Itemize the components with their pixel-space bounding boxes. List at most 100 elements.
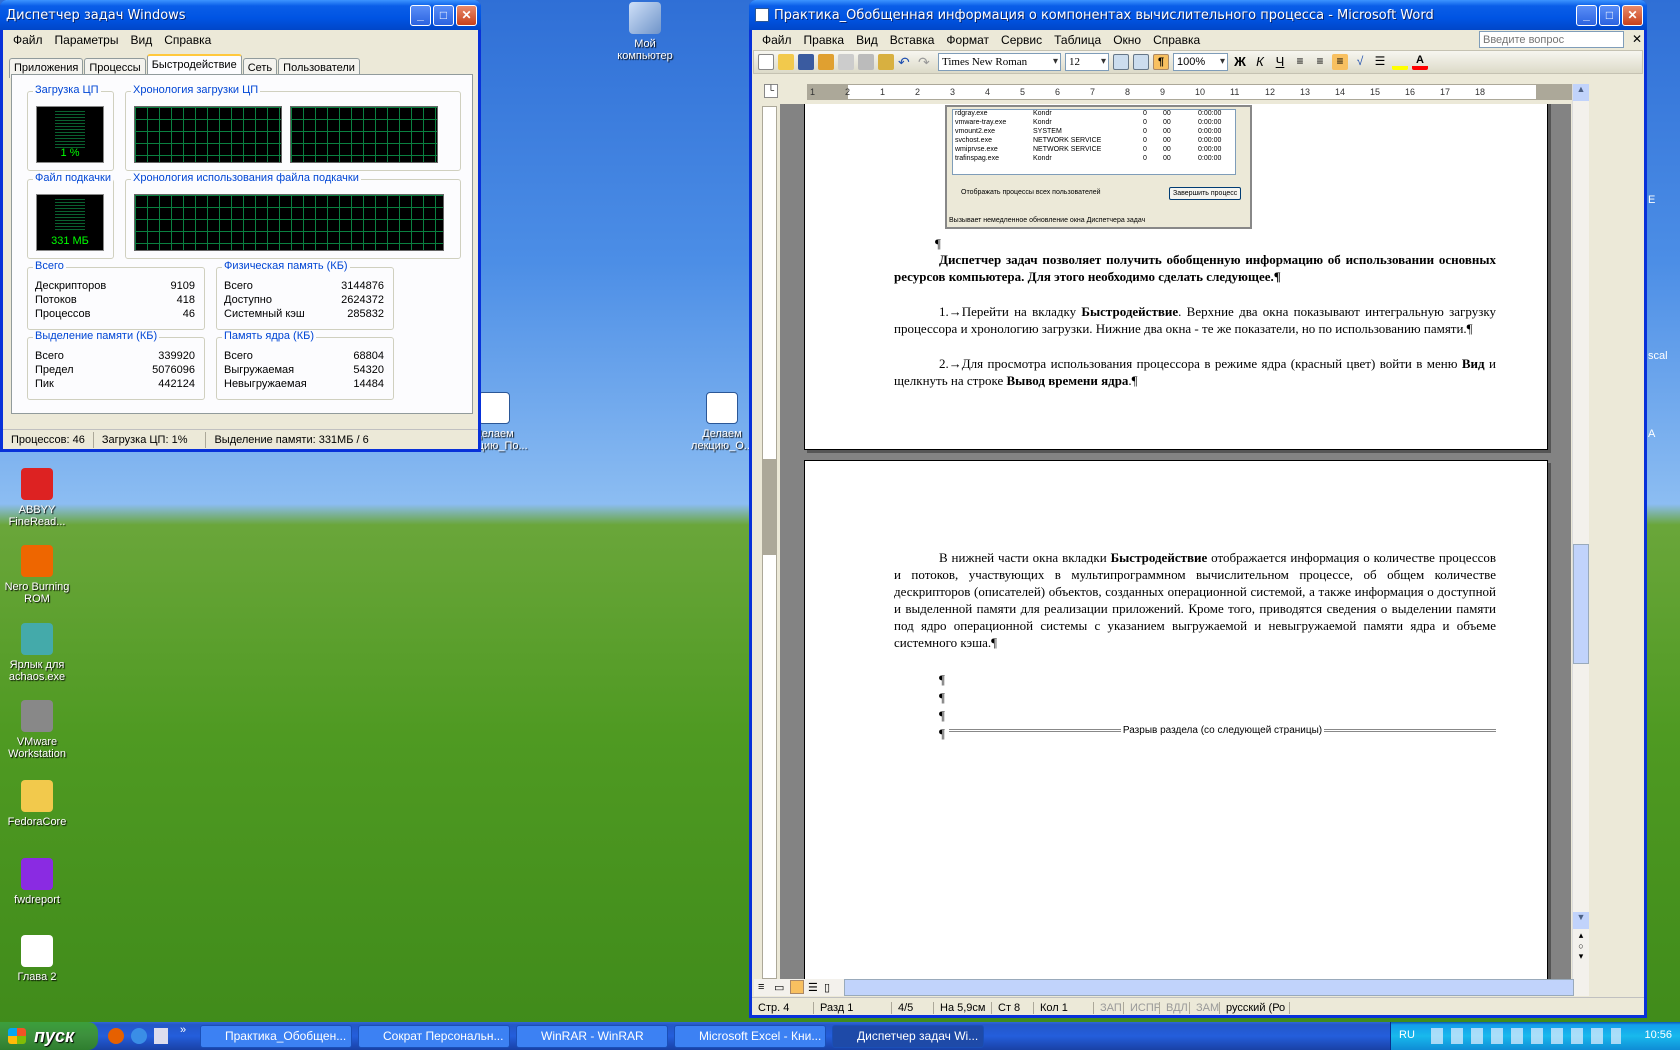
horizontal-ruler[interactable]: 1 2 1 2 3 4 5 6 7 8 9 10 11 12 13 14 15 16 17 18 [807,84,1577,100]
stat-value: 339920 [158,350,195,362]
line-spacing-icon[interactable]: √ [1352,54,1368,70]
start-button[interactable]: пуск [0,1022,98,1050]
desktop-icon[interactable]: VMware Workstation [0,700,76,760]
italic-icon[interactable]: К [1252,54,1268,70]
vmware-icon [21,700,53,732]
table-icon[interactable] [1113,54,1129,70]
horizontal-scrollbar[interactable] [844,979,1574,996]
outline-view-icon[interactable]: ☰ [808,981,818,994]
normal-view-icon[interactable]: ≡ [758,981,764,993]
desktop-icon-my-computer[interactable]: Мой компьютер [606,2,684,62]
menu-tools[interactable]: Сервис [995,33,1048,47]
stat-value: 14484 [353,378,384,390]
language-indicator[interactable]: RU [1399,1029,1415,1041]
firefox-icon[interactable] [108,1028,124,1044]
menu-help[interactable]: Справка [1147,33,1206,47]
format-painter-icon[interactable] [878,54,894,70]
taskbar-button-word[interactable]: Практика_Обобщен... [200,1025,352,1048]
menu-file[interactable]: Файл [7,33,49,47]
menu-edit[interactable]: Правка [798,33,851,47]
vertical-ruler[interactable] [762,106,777,979]
taskbar-button-excel[interactable]: Microsoft Excel - Кни... [674,1025,826,1048]
font-size-select[interactable]: 12 [1065,53,1109,71]
menu-help[interactable]: Справка [158,33,217,47]
menu-table[interactable]: Таблица [1048,33,1107,47]
stat-row: Всего 339920 [35,350,195,362]
align-left-icon[interactable]: ≡ [1292,54,1308,70]
highlight-icon[interactable] [1392,54,1408,70]
word-status-field: На 5,9см [934,1001,992,1014]
numbering-icon[interactable]: ☰ [1372,54,1388,70]
task-manager-titlebar[interactable]: Диспетчер задач Windows _ □ ✕ [0,0,481,30]
columns-icon[interactable] [1133,54,1149,70]
browse-object-icon[interactable]: ▴ ○ ▾ [1573,930,1589,978]
menu-view[interactable]: Вид [124,33,158,47]
embedded-checkbox-label: Отображать процессы всех пользователей [961,189,1101,196]
underline-icon[interactable]: Ч [1272,54,1288,70]
justify-icon[interactable]: ≡ [1332,54,1348,70]
word-status-field: Ст 8 [992,1001,1034,1014]
ruler-tab-selector[interactable]: └ [764,84,778,98]
vertical-scrollbar[interactable]: ▲ ▼ ▴ ○ ▾ [1572,84,1589,979]
quicklaunch-more-icon[interactable]: » [180,1024,186,1036]
taskbar-button-winrar[interactable]: WinRAR - WinRAR [516,1025,668,1048]
menu-window[interactable]: Окно [1107,33,1147,47]
maximize-button[interactable]: □ [1599,4,1620,26]
desktop-icon[interactable]: Глава 2 [0,935,76,983]
desktop-icon[interactable]: Ярлык для achaos.exe [0,623,76,683]
notepad-icon[interactable] [154,1028,168,1044]
scroll-up-button[interactable]: ▲ [1573,84,1589,101]
redo-icon[interactable]: ↷ [918,54,934,70]
zoom-select[interactable]: 100% [1173,53,1228,71]
permission-icon[interactable] [818,54,834,70]
help-search-input[interactable] [1479,31,1624,48]
font-name-select[interactable]: Times New Roman [938,53,1061,71]
menu-view[interactable]: Вид [850,33,884,47]
font-color-icon[interactable]: A [1412,54,1428,70]
ie-icon[interactable] [131,1028,147,1044]
word-titlebar[interactable]: Практика_Обобщенная информация о компоне… [749,0,1647,30]
close-button[interactable]: ✕ [456,4,477,26]
stat-value: 285832 [347,308,384,320]
achaos-icon [21,623,53,655]
desktop-icon[interactable]: ABBYY FineRead... [0,468,76,528]
web-view-icon[interactable]: ▭ [774,981,784,994]
system-tray: RU 10:56 [1390,1022,1680,1050]
close-document-icon[interactable]: ✕ [1632,32,1642,46]
cpu-history-group: Хронология загрузки ЦП [125,84,461,171]
cut-icon[interactable] [858,54,874,70]
desktop-icon[interactable]: fwdreport [0,858,76,906]
ruler-number: 13 [1300,87,1311,97]
word-app-icon [755,8,769,22]
open-icon[interactable] [778,54,794,70]
cpu-usage-group: Загрузка ЦП 1 % [27,84,114,171]
desktop-icon-label: VMware Workstation [8,736,66,760]
save-icon[interactable] [798,54,814,70]
reading-view-icon[interactable]: ▯ [824,981,830,994]
new-document-icon[interactable] [758,54,774,70]
minimize-button[interactable]: _ [1576,4,1597,26]
show-formatting-icon[interactable]: ¶ [1153,54,1169,70]
menu-insert[interactable]: Вставка [884,33,941,47]
desktop-icon[interactable]: Nero Burning ROM [0,545,76,605]
scroll-down-button[interactable]: ▼ [1573,912,1589,929]
align-center-icon[interactable]: ≡ [1312,54,1328,70]
undo-icon[interactable]: ↶ [898,54,914,70]
document-area[interactable]: rdgray.exe Kondr 0 00 0:00:00 vmware-tray.exe… [780,104,1571,979]
taskbar-button-sokrat[interactable]: Сократ Персональн... [358,1025,510,1048]
desktop-icon[interactable]: FedoraCore [0,780,76,828]
menu-file[interactable]: Файл [756,33,798,47]
minimize-button[interactable]: _ [410,4,431,26]
close-button[interactable]: ✕ [1622,4,1643,26]
maximize-button[interactable]: □ [433,4,454,26]
print-layout-icon[interactable] [790,980,804,994]
menu-format[interactable]: Формат [940,33,995,47]
taskbar-button-taskmgr[interactable]: Диспетчер задач Wi... [832,1025,984,1048]
stat-label: Пик [35,378,54,390]
print-preview-icon[interactable] [838,54,854,70]
menu-options[interactable]: Параметры [49,33,125,47]
bold-icon[interactable]: Ж [1232,54,1248,70]
folder-icon [21,780,53,812]
ruler-number: 12 [1265,87,1276,97]
scroll-thumb[interactable] [1573,544,1589,664]
